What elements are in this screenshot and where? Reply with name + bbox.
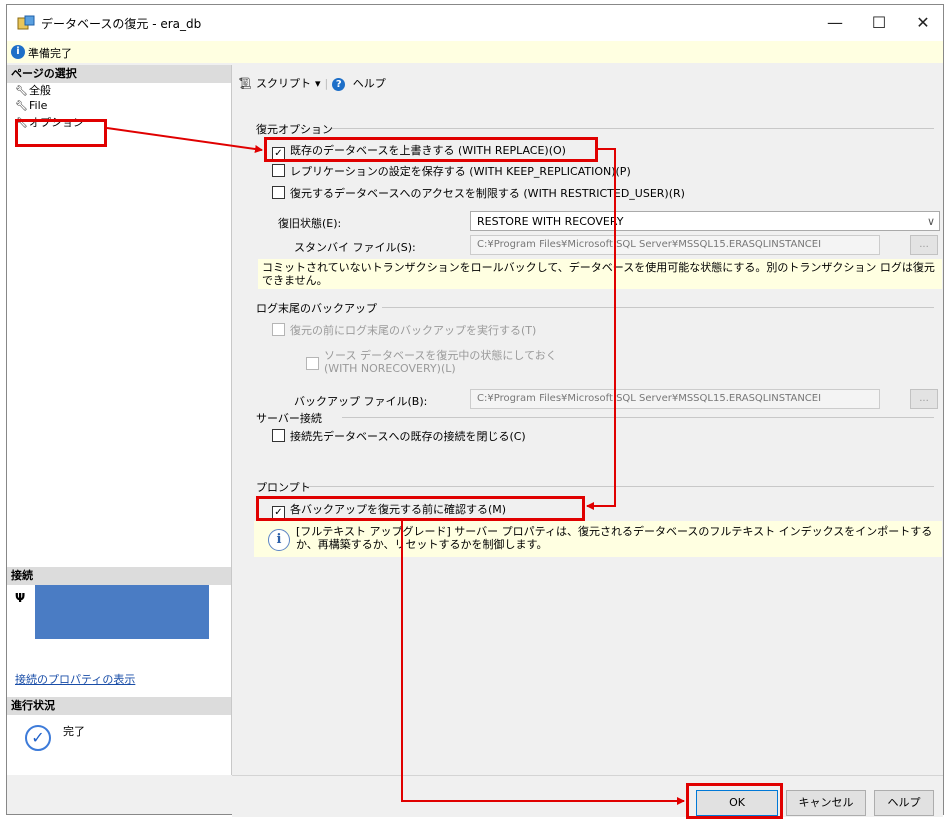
overwrite-checkbox[interactable]: ✓ 既存のデータベースを上書きする (WITH REPLACE)(O) xyxy=(272,143,566,160)
checkbox-box xyxy=(306,357,319,370)
recovery-note: コミットされていないトランザクションをロールバックして、データベースを使用可能な… xyxy=(258,259,942,289)
checkbox-box xyxy=(272,429,285,442)
divider xyxy=(332,128,934,129)
checkbox-label: 各バックアップを復元する前に確認する(M) xyxy=(290,503,507,516)
check-circle-icon: ✓ xyxy=(25,725,51,751)
script-dropdown-icon[interactable]: ▾ xyxy=(315,77,321,90)
recovery-state-label: 復旧状態(E): xyxy=(278,217,342,230)
sidebar-item-general[interactable]: 🔧︎全般 xyxy=(15,83,51,99)
server-connection-header: サーバー接続 xyxy=(256,412,322,425)
divider xyxy=(382,307,934,308)
tail-log-header: ログ末尾のバックアップ xyxy=(256,302,377,315)
checkbox-label-line1: ソース データベースを復元中の状態にしておく xyxy=(324,349,557,362)
status-text: 準備完了 xyxy=(28,47,72,60)
recovery-state-select[interactable]: RESTORE WITH RECOVERY ∨ xyxy=(470,211,940,231)
wrench-icon: 🔧︎ xyxy=(15,118,28,129)
left-pane: ページの選択 🔧︎全般 🔧︎File 🔧︎オプション 接続 Ψ 接続のプロパティ… xyxy=(7,65,232,775)
tail-log-backup-checkbox[interactable]: 復元の前にログ末尾のバックアップを実行する(T) xyxy=(272,323,536,339)
restricted-user-checkbox[interactable]: 復元するデータベースへのアクセスを制限する (WITH RESTRICTED_U… xyxy=(272,186,685,202)
title-bar: データベースの復元 - era_db — ☐ ✕ xyxy=(7,5,943,41)
progress-header: 進行状況 xyxy=(7,697,231,715)
script-button[interactable]: スクリプト xyxy=(256,77,311,90)
restore-database-window: データベースの復元 - era_db — ☐ ✕ i 準備完了 ページの選択 🔧… xyxy=(6,4,944,817)
checkbox-box xyxy=(272,323,285,336)
info-icon: i xyxy=(11,45,25,59)
connection-properties-link[interactable]: 接続のプロパティの表示 xyxy=(15,671,135,687)
checkbox-box xyxy=(272,164,285,177)
close-button[interactable]: ✕ xyxy=(903,9,943,37)
info-circle-icon: i xyxy=(268,529,290,551)
prompt-header: プロンプト xyxy=(256,481,311,494)
connection-info-redacted xyxy=(35,585,209,639)
confirm-each-backup-checkbox[interactable]: ✓ 各バックアップを復元する前に確認する(M) xyxy=(272,502,507,519)
script-icon: 📜︎ xyxy=(238,77,252,90)
close-connections-checkbox[interactable]: 接続先データベースへの既存の接続を閉じる(C) xyxy=(272,429,526,445)
restore-options-header: 復元オプション xyxy=(256,123,333,136)
server-connection-icon: Ψ xyxy=(15,591,26,605)
standby-browse-button[interactable]: ... xyxy=(910,235,938,255)
keep-replication-checkbox[interactable]: レプリケーションの設定を保存する (WITH KEEP_REPLICATION)… xyxy=(272,164,631,180)
standby-file-field[interactable]: C:¥Program Files¥Microsoft SQL Server¥MS… xyxy=(470,235,880,255)
pages-header: ページの選択 xyxy=(7,65,231,83)
ok-button[interactable]: OK xyxy=(696,790,778,816)
sidebar-item-file[interactable]: 🔧︎File xyxy=(15,98,47,114)
backup-browse-button[interactable]: ... xyxy=(910,389,938,409)
progress-status: 完了 xyxy=(63,725,85,738)
status-bar: i 準備完了 xyxy=(7,41,943,63)
sidebar-item-label: File xyxy=(29,99,48,112)
checkbox-label: レプリケーションの設定を保存する (WITH KEEP_REPLICATION)… xyxy=(290,165,631,178)
checkbox-box: ✓ xyxy=(272,506,285,519)
help-icon: ? xyxy=(332,78,346,91)
sidebar-item-label: 全般 xyxy=(29,84,51,97)
toolbar: 📜︎ スクリプト ▾ |? ヘルプ xyxy=(238,75,390,91)
backup-file-field[interactable]: C:¥Program Files¥Microsoft SQL Server¥MS… xyxy=(470,389,880,409)
fulltext-note-text: [フルテキスト アップグレード] サーバー プロパティは、復元されるデータベース… xyxy=(296,525,933,551)
checkbox-label: 既存のデータベースを上書きする (WITH REPLACE)(O) xyxy=(290,144,566,157)
chevron-down-icon: ∨ xyxy=(926,215,935,228)
window-title: データベースの復元 - era_db xyxy=(41,17,202,31)
fulltext-note: [フルテキスト アップグレード] サーバー プロパティは、復元されるデータベース… xyxy=(254,521,942,557)
checkbox-label: 復元の前にログ末尾のバックアップを実行する(T) xyxy=(290,324,537,337)
options-page: 📜︎ スクリプト ▾ |? ヘルプ 復元オプション ✓ 既存のデータベースを上書きする … xyxy=(232,65,943,775)
backup-file-label: バックアップ ファイル(B): xyxy=(294,395,428,408)
cancel-button[interactable]: キャンセル xyxy=(786,790,866,816)
checkbox-label: 復元するデータベースへのアクセスを制限する (WITH RESTRICTED_U… xyxy=(290,187,685,200)
checkbox-label-line2: (WITH NORECOVERY)(L) xyxy=(324,362,456,375)
connection-header: 接続 xyxy=(7,567,231,585)
database-restore-icon xyxy=(17,15,35,30)
toolbar-divider: | xyxy=(324,77,329,90)
minimize-button[interactable]: — xyxy=(815,9,855,37)
dialog-footer: OK キャンセル ヘルプ xyxy=(232,775,943,817)
help-button-footer[interactable]: ヘルプ xyxy=(874,790,934,816)
help-button[interactable]: ヘルプ xyxy=(353,77,386,90)
wrench-icon: 🔧︎ xyxy=(15,101,28,112)
divider xyxy=(342,417,934,418)
checkbox-box xyxy=(272,186,285,199)
sidebar-item-options[interactable]: 🔧︎オプション xyxy=(15,115,84,131)
standby-file-label: スタンバイ ファイル(S): xyxy=(294,241,416,254)
checkbox-box: ✓ xyxy=(272,147,285,160)
divider xyxy=(308,486,934,487)
checkbox-label: 接続先データベースへの既存の接続を閉じる(C) xyxy=(290,430,526,443)
maximize-button[interactable]: ☐ xyxy=(859,9,899,37)
recovery-state-value: RESTORE WITH RECOVERY xyxy=(477,215,624,228)
sidebar-item-label: オプション xyxy=(29,116,84,129)
